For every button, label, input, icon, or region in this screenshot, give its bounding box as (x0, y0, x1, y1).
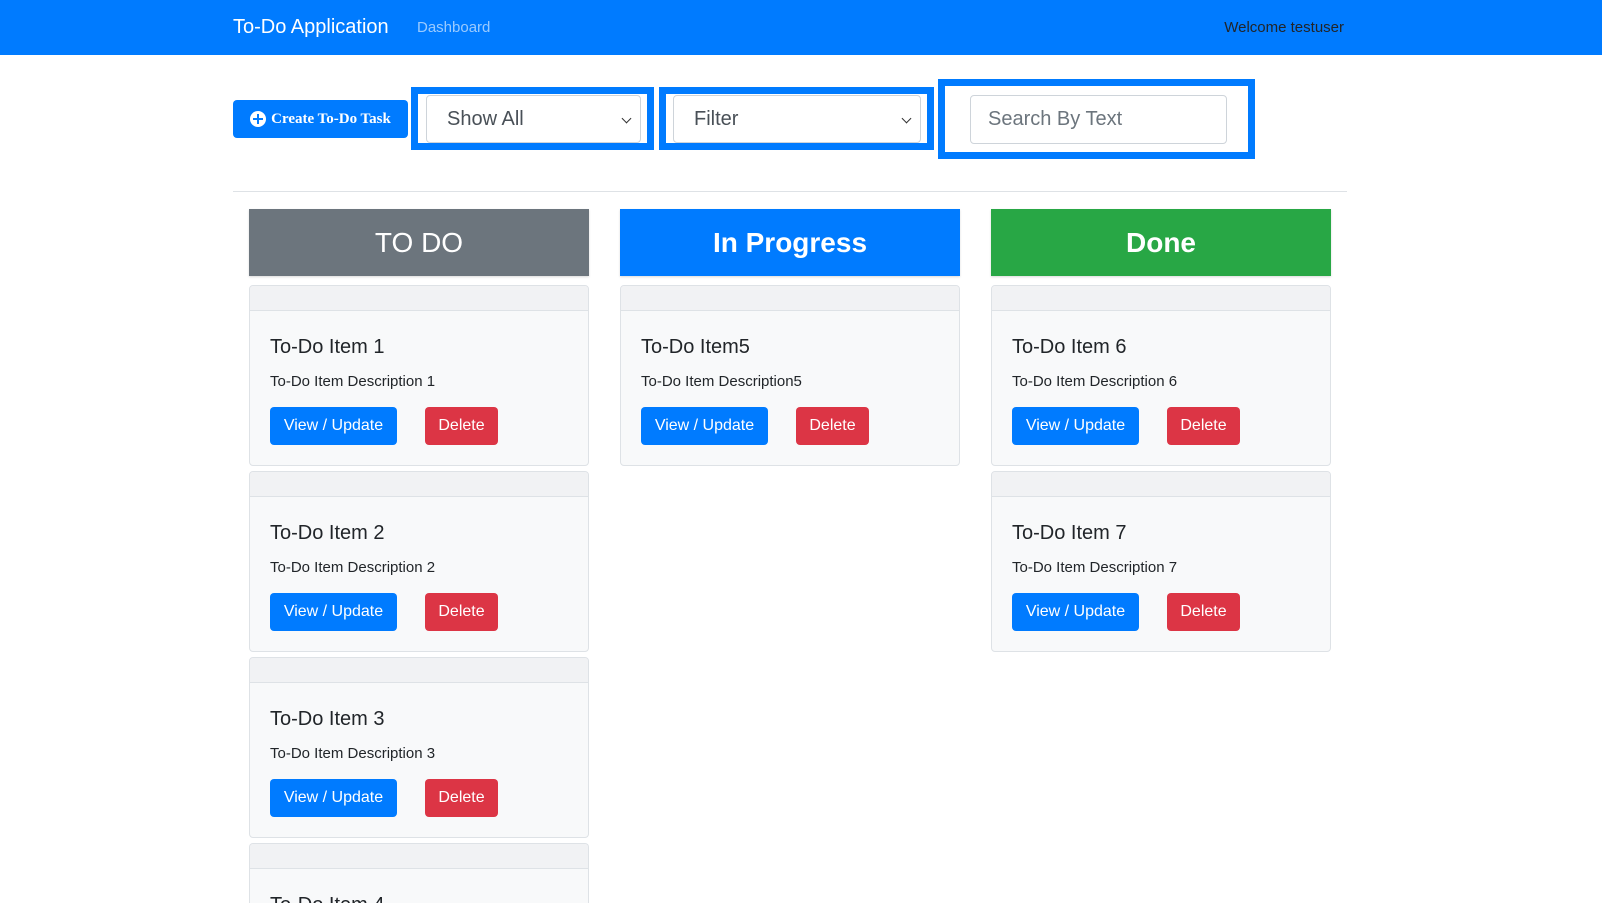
status-select-value: Show All (447, 107, 524, 130)
view-update-button[interactable]: View / Update (1012, 593, 1139, 631)
task-card: To-Do Item 1 To-Do Item Description 1 Vi… (249, 285, 589, 466)
view-update-button[interactable]: View / Update (270, 779, 397, 817)
task-card: To-Do Item 2 To-Do Item Description 2 Vi… (249, 471, 589, 652)
chevron-down-icon (901, 113, 912, 124)
dashboard-link[interactable]: Dashboard (417, 18, 490, 38)
create-task-label: Create To-Do Task (271, 110, 391, 127)
card-title: To-Do Item 2 (270, 522, 385, 544)
card-title: To-Do Item5 (641, 336, 750, 358)
card-title: To-Do Item 1 (270, 336, 385, 358)
column-header-done: Done (991, 209, 1331, 276)
delete-button[interactable]: Delete (796, 407, 869, 445)
search-input[interactable]: Search By Text (970, 95, 1227, 144)
card-header (250, 658, 588, 683)
card-header (250, 844, 588, 869)
status-select[interactable]: Show All (426, 95, 641, 143)
delete-button[interactable]: Delete (1167, 407, 1240, 445)
task-card: To-Do Item 3 To-Do Item Description 3 Vi… (249, 657, 589, 838)
view-update-button[interactable]: View / Update (641, 407, 768, 445)
delete-button[interactable]: Delete (425, 407, 498, 445)
card-header (250, 472, 588, 497)
task-card: To-Do Item 6 To-Do Item Description 6 Vi… (991, 285, 1331, 466)
card-title: To-Do Item 6 (1012, 336, 1127, 358)
card-title: To-Do Item 4 (270, 892, 384, 903)
card-title: To-Do Item 7 (1012, 522, 1127, 544)
card-description: To-Do Item Description 6 (1012, 373, 1178, 390)
delete-button[interactable]: Delete (1167, 593, 1240, 631)
task-card: To-Do Item 7 To-Do Item Description 7 Vi… (991, 471, 1331, 652)
column-header-in-progress: In Progress (620, 209, 960, 276)
divider (233, 191, 1347, 192)
card-description: To-Do Item Description5 (641, 373, 802, 390)
card-header (992, 286, 1330, 311)
create-task-button[interactable]: Create To-Do Task (233, 100, 408, 138)
column-header-todo: TO DO (249, 209, 589, 276)
card-header (992, 472, 1330, 497)
chevron-down-icon (621, 113, 632, 124)
view-update-button[interactable]: View / Update (270, 407, 397, 445)
card-description: To-Do Item Description 7 (1012, 559, 1178, 576)
card-header (621, 286, 959, 311)
filter-select[interactable]: Filter (673, 95, 921, 143)
card-header (250, 286, 588, 311)
card-description: To-Do Item Description 2 (270, 559, 436, 576)
filter-select-value: Filter (694, 107, 739, 130)
card-title: To-Do Item 3 (270, 708, 385, 730)
view-update-button[interactable]: View / Update (270, 593, 397, 631)
top-navbar: To-Do Application Dashboard Welcome test… (0, 0, 1602, 55)
delete-button[interactable]: Delete (425, 779, 498, 817)
plus-circle-icon (250, 111, 267, 127)
app-brand[interactable]: To-Do Application (233, 14, 389, 40)
task-card: To-Do Item 4 (249, 843, 589, 903)
task-card: To-Do Item5 To-Do Item Description5 View… (620, 285, 960, 466)
search-placeholder: Search By Text (988, 108, 1123, 130)
welcome-text: Welcome testuser (1224, 19, 1344, 36)
card-description: To-Do Item Description 1 (270, 373, 436, 390)
delete-button[interactable]: Delete (425, 593, 498, 631)
card-description: To-Do Item Description 3 (270, 745, 436, 762)
view-update-button[interactable]: View / Update (1012, 407, 1139, 445)
